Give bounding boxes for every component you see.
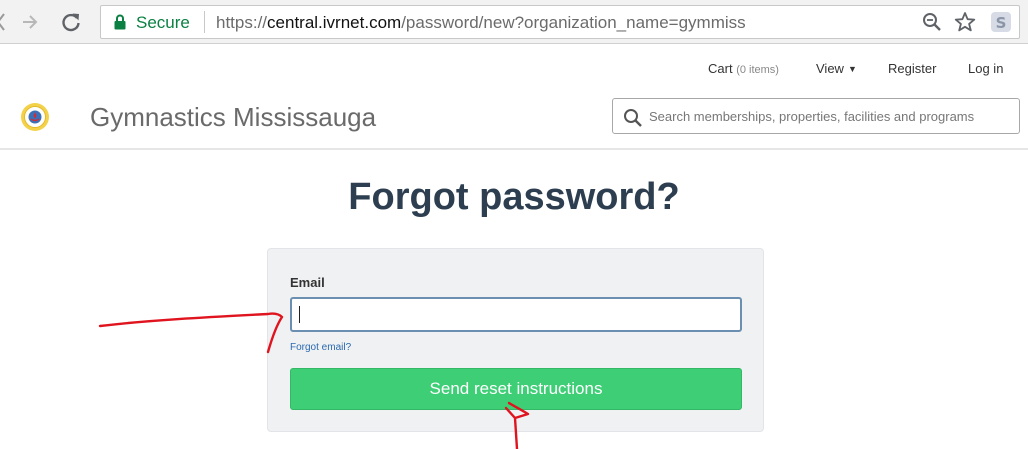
login-link[interactable]: Log in (968, 61, 1003, 76)
email-label: Email (290, 275, 325, 290)
extension-icon[interactable]: S (989, 11, 1013, 33)
search-input[interactable] (649, 99, 1019, 133)
svg-text:S: S (996, 14, 1007, 32)
reset-form-card: Email Forgot email? Send reset instructi… (267, 248, 764, 432)
register-link[interactable]: Register (888, 61, 936, 76)
url-scheme: https:// (216, 13, 268, 32)
view-label: View (816, 61, 844, 76)
email-field[interactable] (290, 297, 742, 332)
send-reset-instructions-button[interactable]: Send reset instructions (290, 368, 742, 410)
view-menu[interactable]: View ▼ (816, 61, 857, 76)
star-icon[interactable] (954, 11, 976, 33)
lock-icon (114, 14, 126, 30)
secure-label: Secure (136, 13, 190, 32)
cart-count: (0 items) (736, 64, 779, 76)
forward-icon[interactable] (20, 11, 40, 33)
page-title: Forgot password? (348, 176, 680, 218)
url-text[interactable]: https://central.ivrnet.com/password/new?… (216, 13, 746, 33)
forgot-email-link[interactable]: Forgot email? (290, 342, 351, 353)
cart-link[interactable]: Cart (0 items) (708, 61, 779, 76)
text-caret (299, 306, 300, 323)
annotation-arrow-email (98, 312, 284, 354)
url-host: central.ivrnet.com (267, 13, 402, 32)
browser-toolbar: Secure https://central.ivrnet.com/passwo… (0, 0, 1028, 44)
reload-icon[interactable] (60, 11, 82, 33)
back-icon[interactable] (0, 12, 6, 32)
cart-label: Cart (708, 61, 733, 76)
address-bar[interactable]: Secure https://central.ivrnet.com/passwo… (100, 5, 1020, 39)
utility-nav: Cart (0 items) View ▼ Register Log in (0, 58, 1028, 80)
zoom-icon[interactable] (922, 12, 942, 32)
search-box[interactable] (612, 98, 1020, 134)
site-header: Gymnastics Mississauga (0, 92, 1028, 150)
url-path: /password/new?organization_name=gymmiss (401, 13, 746, 32)
site-name[interactable]: Gymnastics Mississauga (90, 102, 376, 133)
address-separator (204, 11, 205, 33)
logo-icon[interactable] (20, 102, 50, 132)
chevron-down-icon: ▼ (847, 64, 857, 74)
search-icon (624, 109, 642, 127)
